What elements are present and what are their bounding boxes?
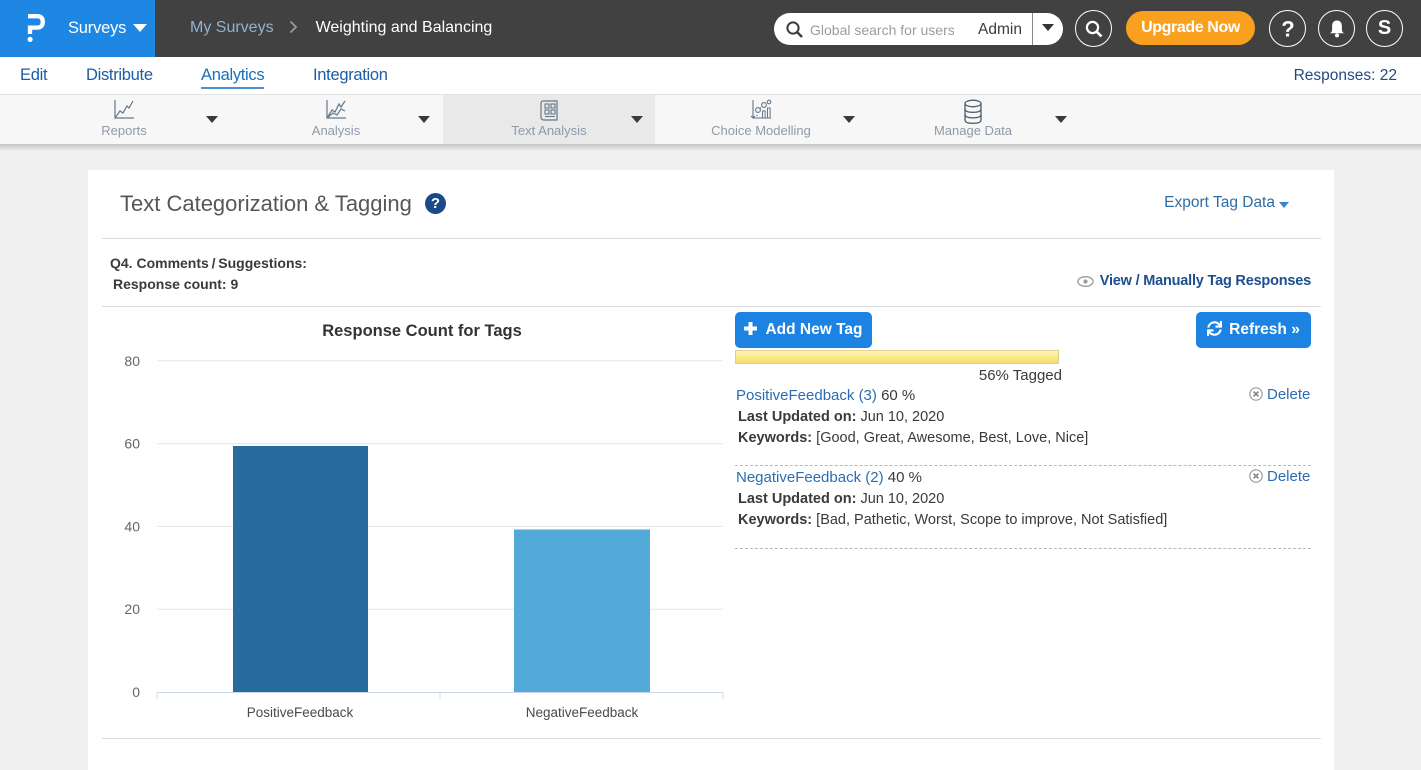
- svg-text:0: 0: [132, 684, 140, 700]
- svg-text:20: 20: [124, 601, 140, 617]
- svg-text:NegativeFeedback: NegativeFeedback: [526, 705, 639, 720]
- svg-text:60: 60: [124, 436, 140, 452]
- svg-text:80: 80: [124, 353, 140, 369]
- svg-text:?: ?: [1281, 16, 1294, 41]
- svg-text:Response Count for Tags: Response Count for Tags: [322, 322, 522, 340]
- svg-text:PositiveFeedback: PositiveFeedback: [247, 705, 354, 720]
- svg-text:40: 40: [124, 518, 140, 534]
